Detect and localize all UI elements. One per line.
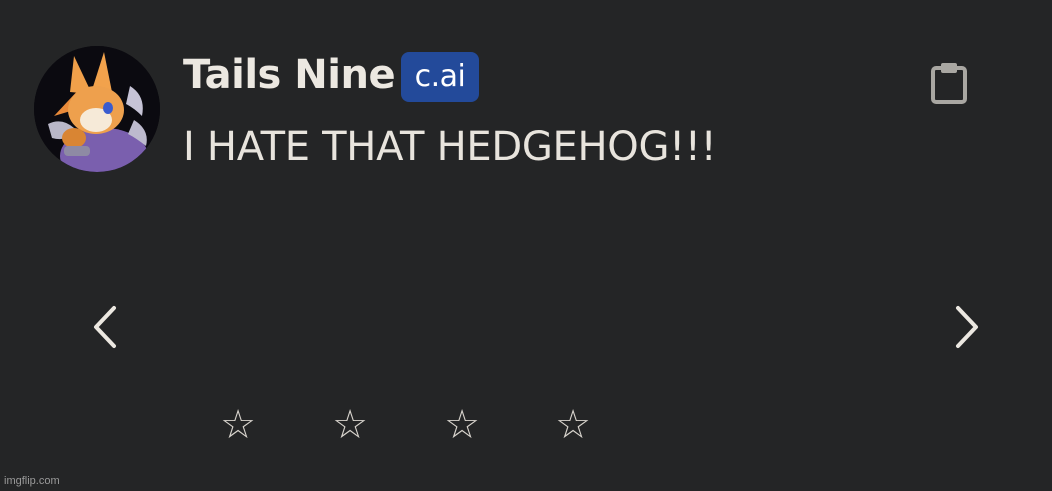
star-1[interactable]: ☆ [216,400,260,450]
character-avatar[interactable] [34,46,160,172]
star-3[interactable]: ☆ [440,400,484,450]
avatar-image [34,46,160,172]
previous-response-button[interactable] [86,302,126,352]
watermark: imgflip.com [4,475,60,487]
message-text: I HATE THAT HEDGEHOG!!! [183,124,717,170]
next-response-button[interactable] [946,302,986,352]
clipboard-icon [931,63,967,104]
ai-badge: c.ai [401,52,479,102]
star-2[interactable]: ☆ [328,400,372,450]
chevron-left-icon [94,306,116,348]
copy-button[interactable] [927,60,971,106]
star-4[interactable]: ☆ [551,400,595,450]
chat-message-card: Tails Nine c.ai I HATE THAT HEDGEHOG!!! … [0,0,1052,491]
author-name: Tails Nine [183,52,396,98]
chevron-right-icon [956,306,978,348]
